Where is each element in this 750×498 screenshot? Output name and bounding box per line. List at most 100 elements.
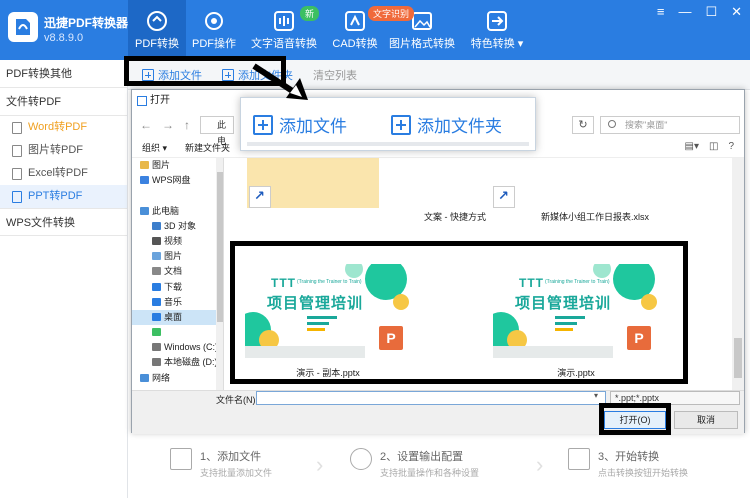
help-icon[interactable]: ? xyxy=(728,141,734,152)
maximize-icon[interactable]: ☐ xyxy=(705,4,717,20)
tree-item[interactable]: WPS网盘 xyxy=(132,173,223,188)
tree-scrollbar[interactable] xyxy=(216,158,223,390)
tab-label: PDF操作 xyxy=(192,38,236,50)
file-item-shortcut[interactable]: 文案 - 快捷方式 xyxy=(385,210,525,223)
sidebar-item-label: 图片转PDF xyxy=(28,144,83,156)
tab-label: CAD转换 xyxy=(332,38,378,50)
tree-item[interactable]: Windows (C:) xyxy=(132,340,223,355)
window-controls: ≡ — ☐ ✕ xyxy=(657,4,742,20)
sidebar-item-word[interactable]: Word转PDF xyxy=(0,116,127,139)
app-version: v8.8.9.0 xyxy=(44,32,84,44)
step-convert: 3、开始转换 点击转换按钮开始转换 xyxy=(568,448,688,479)
sidebar: PDF转换其他 文件转PDF Word转PDF 图片转PDF Excel转PDF… xyxy=(0,60,128,498)
sidebar-group-wps[interactable]: WPS文件转换 xyxy=(0,208,127,236)
tree-item-label: 本地磁盘 (D:) xyxy=(164,357,218,368)
sidebar-item-label: Excel转PDF xyxy=(28,167,88,179)
folder-icon xyxy=(152,267,161,276)
refresh-icon xyxy=(147,11,167,31)
sidebar-item-excel[interactable]: Excel转PDF xyxy=(0,162,127,185)
organize-menu[interactable]: 组织 ▾ xyxy=(142,141,167,154)
main-nav: PDF转换 PDF操作 文字语音转换 CAD转换 图片格式转换 特色转换 ▾ xyxy=(128,0,534,60)
tree-item-label: 此电脑 xyxy=(152,205,180,216)
shortcut-icon xyxy=(249,186,271,208)
tree-item[interactable]: 此电脑 xyxy=(132,204,223,219)
search-input[interactable]: 搜索"桌面" xyxy=(600,116,740,134)
tree-item-label: WPS网盘 xyxy=(152,175,191,186)
app-title: 迅捷PDF转换器 xyxy=(44,16,129,30)
tree-item[interactable]: 网络 xyxy=(132,371,223,386)
new-folder-button[interactable]: 新建文件夹 xyxy=(185,141,230,154)
filename-input[interactable] xyxy=(256,391,606,405)
tree-item-label: 网络 xyxy=(152,372,171,383)
tree-item[interactable]: 3D 对象 xyxy=(132,219,223,234)
gear-icon xyxy=(205,12,223,30)
tree-item[interactable] xyxy=(132,325,223,340)
tree-item[interactable]: 图片 xyxy=(132,158,223,173)
sidebar-group-file-to-pdf[interactable]: 文件转PDF xyxy=(0,88,127,116)
folder-icon xyxy=(152,236,161,245)
step-title: 1、添加文件 xyxy=(200,451,262,463)
tab-pdf-operate[interactable]: PDF操作 xyxy=(186,0,242,60)
cad-icon xyxy=(345,11,365,31)
tree-item[interactable]: 本地磁盘 (D:) xyxy=(132,355,223,370)
callout-add-file: 添加文件 xyxy=(253,112,347,137)
sidebar-item-label: Word转PDF xyxy=(28,121,88,133)
ocr-badge: 文字识别 xyxy=(368,6,415,21)
app-header: 迅捷PDF转换器 v8.8.9.0 PDF转换 PDF操作 文字语音转换 CAD… xyxy=(0,0,750,60)
tab-label: 特色转换 ▾ xyxy=(470,38,524,50)
folder-icon xyxy=(140,373,149,382)
tab-pdf-convert[interactable]: PDF转换 xyxy=(128,0,186,60)
folder-icon xyxy=(152,282,161,291)
preview-pane-icon[interactable]: ◫ xyxy=(709,141,718,152)
dialog-title: 打开 xyxy=(150,95,170,106)
up-icon[interactable]: ↑ xyxy=(184,118,190,132)
file-item-xlsx[interactable]: 新媒体小组工作日报表.xlsx xyxy=(525,210,665,223)
step-title: 2、设置输出配置 xyxy=(380,451,464,463)
back-icon[interactable]: ← xyxy=(140,118,152,132)
tree-item-label: 文档 xyxy=(164,266,183,277)
add-file-icon xyxy=(170,448,192,470)
callout-label: 添加文件 xyxy=(279,117,347,136)
highlight-open-button xyxy=(599,403,671,435)
app-logo xyxy=(8,12,38,42)
minimize-icon[interactable]: — xyxy=(678,4,691,20)
sidebar-item-ppt[interactable]: PPT转PDF xyxy=(0,185,127,208)
tree-item[interactable]: 下载 xyxy=(132,280,223,295)
tree-item[interactable]: 视频 xyxy=(132,234,223,249)
folder-icon xyxy=(140,176,149,185)
view-mode-icon[interactable]: ▤▾ xyxy=(685,141,699,152)
refresh-icon[interactable]: ↻ xyxy=(572,116,594,134)
folder-icon xyxy=(152,297,161,306)
tree-item[interactable]: 音乐 xyxy=(132,295,223,310)
folder-icon xyxy=(152,221,161,230)
tree-item-label: 图片 xyxy=(152,160,171,170)
forward-icon[interactable]: → xyxy=(162,118,174,132)
tree-item-label: 3D 对象 xyxy=(164,220,197,231)
tree-item[interactable]: 文档 xyxy=(132,264,223,279)
tab-special[interactable]: 特色转换 ▾ xyxy=(460,0,534,60)
sidebar-item-image[interactable]: 图片转PDF xyxy=(0,139,127,162)
step-title: 3、开始转换 xyxy=(598,451,660,463)
tree-item-label: 图片 xyxy=(164,251,183,262)
menu-icon[interactable]: ≡ xyxy=(657,4,665,20)
tree-item[interactable]: 桌面 xyxy=(132,309,223,326)
folder-icon xyxy=(152,343,161,352)
close-icon[interactable]: ✕ xyxy=(731,4,742,20)
add-file-icon xyxy=(253,114,273,135)
tree-item-label: 下载 xyxy=(164,281,183,292)
document-icon xyxy=(12,144,22,157)
tree-item[interactable] xyxy=(132,188,223,203)
tree-item[interactable]: 图片 xyxy=(132,249,223,264)
image-icon xyxy=(412,12,432,30)
callout-bar xyxy=(247,142,529,146)
dialog-icon xyxy=(137,96,147,106)
files-scrollbar[interactable] xyxy=(732,158,744,390)
folder-icon xyxy=(152,328,161,337)
cancel-button[interactable]: 取消 xyxy=(674,411,738,429)
sidebar-group-pdf-other[interactable]: PDF转换其他 xyxy=(0,60,127,88)
special-convert-icon xyxy=(487,11,507,31)
step-text: 1、添加文件支持批量添加文件 xyxy=(200,448,272,479)
step-desc: 支持批量添加文件 xyxy=(200,468,273,478)
path-field[interactable]: 此电 xyxy=(200,116,234,146)
highlight-ppt-files xyxy=(230,241,688,384)
